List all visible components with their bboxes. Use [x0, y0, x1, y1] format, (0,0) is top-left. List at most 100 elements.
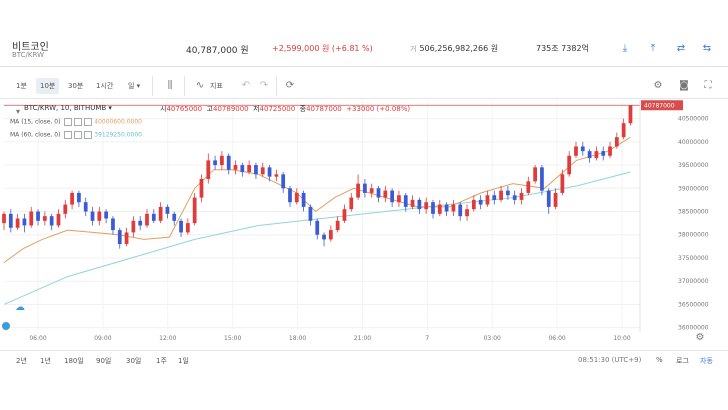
candle — [363, 178, 367, 198]
candle-body — [526, 181, 531, 193]
candle — [526, 176, 531, 196]
candle — [397, 190, 401, 207]
candle — [199, 174, 204, 203]
range-1d[interactable]: 1일 — [178, 356, 189, 366]
percent-toggle[interactable]: % — [656, 356, 663, 364]
candle-body — [301, 192, 306, 207]
price-tick-label: 39000000 — [678, 185, 709, 192]
candle-body — [424, 202, 429, 210]
candle — [165, 204, 170, 219]
candle-body — [29, 211, 34, 226]
candle — [124, 227, 129, 247]
candle — [335, 216, 340, 233]
cloud-icon[interactable]: ☁ — [12, 300, 28, 316]
time-axis: 06:00 09:00 12:00 15:00 18:00 21:00 7 03:00 06:0… — [29, 335, 630, 342]
candle — [465, 204, 469, 221]
candle — [315, 218, 320, 240]
ma60-legend[interactable]: MA (60, close, 0) 39129250.0000 — [10, 131, 142, 139]
symbol-title[interactable]: BTC/KRW, 10, BITHUMB ▾ — [24, 104, 112, 112]
candle — [574, 141, 578, 159]
scroll-handle[interactable] — [2, 322, 10, 330]
candle — [342, 204, 347, 224]
candle — [36, 209, 40, 226]
candle-body — [83, 202, 88, 212]
range-90d[interactable]: 90일 — [96, 356, 111, 366]
candle-body — [185, 223, 190, 233]
candle-body — [580, 146, 585, 152]
time-tick-label: 18:00 — [289, 335, 306, 342]
candle — [49, 213, 54, 231]
close-icon[interactable] — [84, 118, 93, 126]
range-30d[interactable]: 30일 — [126, 356, 141, 366]
range-180d[interactable]: 180일 — [64, 356, 84, 366]
candle — [369, 183, 374, 198]
price-tick-label: 39500000 — [678, 162, 709, 169]
candle-body — [117, 230, 122, 245]
candle — [8, 209, 13, 233]
candle-body — [281, 174, 286, 189]
candle — [77, 190, 81, 207]
candle-body — [294, 192, 299, 203]
candle — [158, 202, 163, 224]
candle-body — [70, 192, 74, 205]
range-1w[interactable]: 1주 — [156, 356, 167, 366]
candle — [138, 216, 143, 231]
candle — [451, 199, 456, 217]
candle — [192, 192, 197, 226]
last-price-label: 40787000 — [644, 102, 675, 109]
eye-icon[interactable] — [64, 131, 73, 139]
time-tick-label: 09:00 — [94, 335, 111, 342]
time-tick-label: 06:00 — [548, 335, 565, 342]
candle-body — [410, 199, 415, 207]
open-value: 40765000 — [166, 105, 203, 113]
candle-body — [172, 213, 177, 221]
range-1y[interactable]: 1년 — [40, 356, 51, 366]
candle — [220, 151, 224, 170]
log-toggle[interactable]: 로그 — [676, 356, 689, 366]
ma15-line — [3, 136, 631, 264]
price-tick-label: 40500000 — [678, 116, 709, 123]
candle-body — [63, 204, 68, 214]
candle-body — [220, 155, 224, 166]
candle — [172, 211, 177, 226]
candle — [83, 197, 88, 217]
ma15-legend[interactable]: MA (15, close, 0) 40000600.0000 — [10, 118, 142, 126]
candle — [492, 190, 497, 205]
candlestick-chart[interactable]: 40787000 3600000036500000370000003750000… — [0, 0, 728, 410]
candle-body — [247, 165, 252, 173]
candle-body — [240, 165, 245, 173]
candle-body — [124, 232, 129, 245]
candle — [628, 105, 633, 126]
candle-body — [77, 192, 81, 203]
time-tick-label: 06:00 — [29, 335, 46, 342]
price-tick-label: 38000000 — [678, 232, 709, 239]
settings-icon[interactable] — [74, 118, 83, 126]
settings-icon[interactable] — [74, 131, 83, 139]
candle-body — [383, 190, 388, 198]
price-axis: 3600000036500000370000003750000038000000… — [639, 100, 709, 332]
candle-body — [349, 197, 354, 210]
ma15-label: MA (15, close, 0) — [10, 118, 61, 126]
time-tick-label: 7 — [425, 335, 429, 342]
candle — [281, 172, 286, 193]
candle-body — [90, 211, 95, 221]
candle-body — [138, 220, 143, 226]
candle-body — [465, 209, 469, 217]
scale-settings-icon[interactable]: ⚙ — [692, 330, 708, 346]
candle-body — [478, 199, 483, 205]
candle-body — [8, 213, 13, 228]
candle-body — [206, 160, 211, 179]
candle-body — [437, 204, 442, 214]
candle — [594, 146, 599, 161]
candle-body — [42, 216, 47, 221]
low-value: 40725000 — [259, 105, 296, 113]
price-tick-label: 37000000 — [678, 278, 709, 285]
high-value: 40789000 — [213, 105, 249, 113]
close-icon[interactable] — [84, 131, 93, 139]
time-tick-label: 15:00 — [224, 335, 241, 342]
range-2y[interactable]: 2년 — [16, 356, 27, 366]
auto-toggle[interactable]: 자동 — [700, 356, 713, 366]
price-tick-label: 38500000 — [678, 209, 709, 216]
candle-body — [533, 167, 538, 182]
eye-icon[interactable] — [64, 118, 73, 126]
